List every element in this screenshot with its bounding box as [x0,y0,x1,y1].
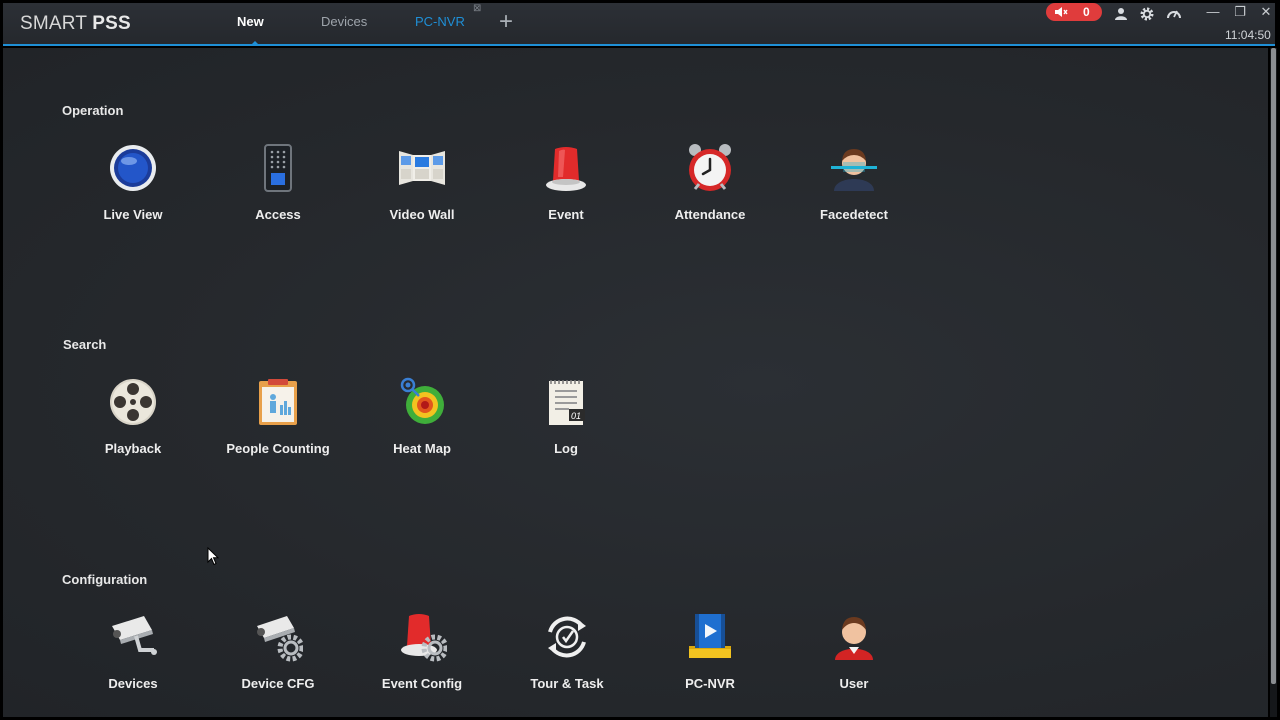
tile-pc-nvr[interactable]: PC-NVR [645,612,775,712]
pc-nvr-icon [689,614,731,658]
minimize-button[interactable]: — [1205,4,1221,19]
tab-new[interactable]: New [237,14,264,29]
people-counting-icon [259,379,297,425]
alarm-count: 0 [1083,5,1090,19]
tile-tour-task[interactable]: Tour & Task [502,612,632,712]
tile-devices[interactable]: Devices [68,612,198,712]
clock: 11:04:50 [1225,28,1271,42]
tile-label: User [839,676,869,691]
tile-playback[interactable]: Playback [68,377,198,477]
devices-camera-icon [112,616,157,655]
home-panel: Operation Live View Access Video Wall Ev… [3,48,1268,717]
tile-label: People Counting [226,441,330,456]
tile-label: Video Wall [389,207,455,222]
tile-live-view[interactable]: Live View [68,143,198,243]
video-wall-icon [399,151,445,185]
tile-log[interactable]: 01 Log [501,377,631,477]
tab-close-icon[interactable]: ⊠ [473,3,481,14]
tile-label: Facedetect [820,207,888,222]
svg-text:01: 01 [571,411,581,421]
tile-attendance[interactable]: Attendance [645,143,775,243]
app-logo: SMART PSS [20,13,131,34]
tile-user[interactable]: User [789,612,919,712]
tour-task-icon [548,616,586,658]
tile-label: Attendance [674,207,746,222]
playback-film-reel-icon [110,379,156,425]
tile-label: Tour & Task [530,676,604,691]
add-tab-icon[interactable]: + [499,10,513,34]
section-title-search: Search [63,337,107,352]
tile-label: Devices [108,676,158,691]
active-tab-indicator [251,41,259,45]
device-cfg-icon [257,616,303,662]
access-icon [264,144,292,192]
tile-event[interactable]: Event [501,143,631,243]
facedetect-icon [831,149,877,191]
tile-label: Event Config [381,676,463,691]
event-config-icon [401,614,447,662]
event-icon [546,147,586,191]
user-account-icon[interactable] [1113,6,1129,22]
speaker-mute-icon [1055,7,1068,17]
attendance-alarm-clock-icon [689,144,731,191]
log-calendar-icon: 01 [549,380,585,425]
tile-label: Event [548,207,584,222]
section-title-configuration: Configuration [62,572,148,587]
live-view-icon [110,145,156,191]
scrollbar-thumb[interactable] [1271,48,1276,684]
alarm-button[interactable]: 0 [1046,3,1102,21]
tab-devices[interactable]: Devices [321,14,367,29]
tile-heat-map[interactable]: Heat Map [357,377,487,477]
tile-label: Log [554,441,578,456]
restore-button[interactable]: ❐ [1232,4,1248,20]
tile-label: Playback [104,441,162,456]
title-bar: SMART PSS New Devices PC-NVR ⊠ + 0 — ❐ ✕… [3,3,1275,46]
tab-pc-nvr[interactable]: PC-NVR [415,14,465,29]
tile-event-config[interactable]: Event Config [357,612,487,712]
tile-device-cfg[interactable]: Device CFG [213,612,343,712]
tile-access[interactable]: Access [213,143,343,243]
close-button[interactable]: ✕ [1258,4,1274,20]
performance-gauge-icon[interactable] [1166,6,1182,22]
tile-people-counting[interactable]: People Counting [213,377,343,477]
tile-label: Heat Map [393,441,451,456]
tile-label: PC-NVR [685,676,735,691]
tile-video-wall[interactable]: Video Wall [357,143,487,243]
heat-map-icon [400,377,444,424]
tile-facedetect[interactable]: Facedetect [789,143,919,243]
section-title-operation: Operation [62,103,124,118]
user-icon [835,617,873,660]
tile-label: Access [255,207,301,222]
tile-label: Device CFG [241,676,315,691]
settings-gear-icon[interactable] [1139,6,1155,22]
tile-label: Live View [103,207,163,222]
mouse-cursor-icon [207,547,219,566]
